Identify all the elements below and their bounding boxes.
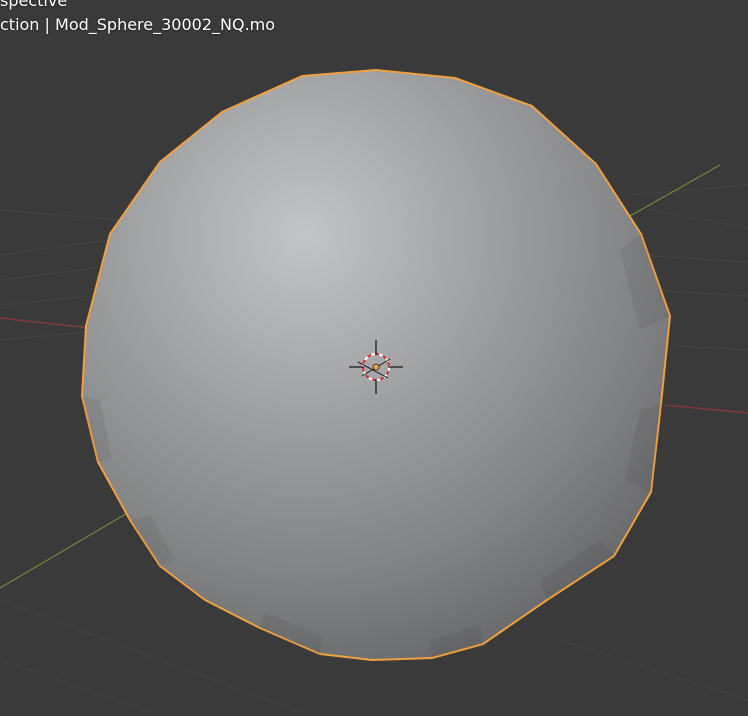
object-origin-icon bbox=[372, 363, 380, 371]
viewport-canvas[interactable] bbox=[0, 0, 748, 713]
collection-object-label: ction | Mod_Sphere_30002_NQ.mo bbox=[0, 15, 276, 34]
view-name-label: spective bbox=[0, 0, 68, 10]
3d-viewport[interactable]: spective ction | Mod_Sphere_30002_NQ.mo bbox=[0, 0, 748, 713]
